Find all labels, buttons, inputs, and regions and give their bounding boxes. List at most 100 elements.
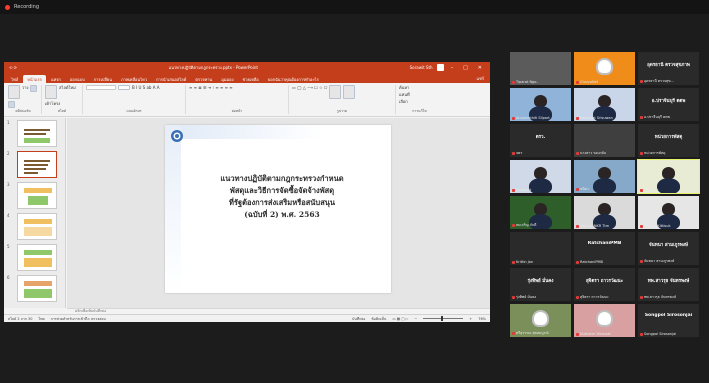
view-buttons-icon[interactable]: ▭ ▦ ▢ ▷ (392, 317, 408, 321)
slide-number: 6 (7, 275, 10, 280)
replace-button[interactable]: แทนที่ (399, 92, 410, 97)
tab-animations[interactable]: ภาพเคลื่อนไหว (117, 75, 151, 83)
slide-title-line: แนวทางปฏิบัติตามกฎกระทรวงกำหนด (220, 174, 344, 183)
muted-mic-icon (640, 79, 643, 83)
participant-tile[interactable]: รุ่งทิพย์ มั่นคง รุ่งทิพย์ มั่นคง (510, 268, 571, 301)
new-slide-label[interactable]: สไลด์ใหม่ (59, 85, 76, 90)
participant-logo-icon (596, 58, 613, 75)
accessibility-indicator[interactable]: การช่วยสำหรับการเข้าถึง: ตรวจสอบ (51, 316, 106, 322)
slide-thumbnail-6[interactable]: 6 (7, 275, 63, 305)
language-indicator[interactable]: ไทย (38, 316, 44, 322)
slide-thumbnail-4[interactable]: 4 (7, 213, 63, 243)
new-slide-icon[interactable] (45, 85, 57, 99)
slide-thumbnail-panel[interactable]: 1 2 3 4 5 6 (4, 118, 66, 308)
participant-tile[interactable]: ChaiyaNet (574, 52, 635, 85)
minimize-icon[interactable]: – (448, 65, 457, 71)
shapes-gallery-icon[interactable]: ▭ ◯ △ ⟶ ☐ ☆ ⬠ (292, 85, 327, 90)
participant-tile[interactable]: Tiparat Ngo.. (510, 52, 571, 85)
participant-tile[interactable]: Piyanart (637, 159, 700, 194)
font-size-box[interactable] (118, 85, 130, 90)
tab-review[interactable]: ตรวจทาน (191, 75, 216, 83)
notes-toggle[interactable]: บันทึกย่อ (352, 316, 365, 322)
current-slide[interactable]: แนวทางปฏิบัติตามกฎกระทรวงกำหนด พัสดุและว… (165, 125, 391, 293)
participant-tile[interactable]: สุจิตรา ถาวรวัฒนะ สุจิตรา ถาวรวัฒนะ (574, 268, 635, 301)
participant-tile[interactable]: Anusornthiti Silpart (510, 88, 571, 121)
participant-tile[interactable]: Manisa Kittisuk (638, 196, 699, 229)
participant-tile[interactable]: ตรว. จตร (510, 124, 571, 157)
arrange-icon[interactable] (329, 85, 342, 99)
participant-tile[interactable]: นางสาว รอบกลับ (574, 124, 635, 157)
tell-me-search[interactable]: บอกฉันว่าคุณต้องการทำอะไร (264, 75, 323, 83)
slide-thumb-image[interactable] (17, 275, 57, 302)
copy-icon[interactable] (8, 101, 15, 108)
participant-tile[interactable]: สมเจริญ ภักดี (510, 196, 571, 229)
ribbon-group-label: ย่อหน้า (231, 109, 243, 113)
maximize-icon[interactable]: □ (460, 65, 471, 71)
participant-tile[interactable]: จันทนา สามเกูรพงษ์ จันทนา สามเกูรพงษ์ (638, 232, 699, 265)
quick-access-toolbar[interactable]: ⟲ ⟳ (9, 65, 17, 70)
slide-thumb-image-selected[interactable] (17, 151, 57, 178)
participant-tile[interactable]: Songpol Sirosonjai Songpol Sirosonjai (638, 304, 699, 337)
slide-thumb-image[interactable] (17, 120, 57, 147)
tab-slideshow[interactable]: การนำเสนอสไลด์ (152, 75, 190, 83)
zoom-slider-thumb[interactable] (441, 316, 444, 321)
share-button[interactable]: แชร์ (471, 74, 490, 83)
slide-thumbnail-5[interactable]: 5 (7, 244, 63, 274)
tab-file[interactable]: ไฟล์ (7, 75, 22, 83)
tab-help[interactable]: ช่วยเหลือ (239, 75, 263, 83)
tab-design[interactable]: ออกแบบ (66, 75, 89, 83)
participant-tile[interactable]: RatchaniPMB RatchaniPMB (574, 232, 635, 265)
participant-name-label: ชนิดา (580, 187, 590, 191)
participant-tile[interactable]: Kanyarat Srisuwan (574, 88, 635, 121)
participant-tile[interactable]: Manida NKR Ttm (574, 196, 635, 229)
comments-toggle[interactable]: ข้อคิดเห็น (371, 316, 386, 322)
paste-icon[interactable] (8, 85, 20, 99)
participant-caption: Sureerat (512, 188, 570, 192)
paragraph-icons[interactable]: ≡ ≡ ≣ ☰ ⇥ (189, 85, 211, 90)
slide-thumb-image[interactable] (17, 182, 57, 209)
tab-home[interactable]: หน้าแรก (23, 75, 47, 83)
avatar[interactable] (436, 64, 444, 71)
participant-tile[interactable]: ศรีสุวรรณ สุขสมบูรณ์ (510, 304, 571, 337)
recording-bar: Recording (0, 0, 709, 14)
participant-tile[interactable]: Sureerat (510, 160, 571, 193)
participant-tile[interactable]: อุดรธานี ตรวจสุขภาพ อุดรธานี ตรวจสุข... (638, 52, 699, 85)
slide-thumbnail-3[interactable]: 3 (7, 182, 63, 212)
participant-tile[interactable]: Nuttakrn Wirawat (574, 304, 635, 337)
slide-thumbnail-2[interactable]: 2 (7, 151, 63, 181)
participant-caption: จันทนา สามเกูรพงษ์ (640, 258, 698, 264)
participant-caption: RatchaniPMB (576, 260, 634, 264)
tab-view[interactable]: มุมมอง (217, 75, 237, 83)
alignment-icons[interactable]: ⫶ ≡ ≡ ≡ ≡ (213, 85, 233, 90)
participant-tile[interactable]: Krittin Jan (510, 232, 571, 265)
participant-tile[interactable]: หน่วยการพัสดุ หน่วยการพัสดุ (638, 124, 699, 157)
close-icon[interactable]: ✕ (475, 65, 485, 71)
find-button[interactable]: ค้นหา (399, 85, 409, 90)
select-button[interactable]: เลือก (399, 99, 408, 104)
quick-styles-icon[interactable] (343, 85, 356, 99)
ribbon-group-editing: ค้นหา แทนที่ เลือก การแก้ไข (399, 85, 443, 114)
ribbon-tabs: ไฟล์ หน้าแรก แทรก ออกแบบ การเปลี่ยน ภาพเ… (4, 73, 490, 83)
participant-caption: จตร (512, 150, 570, 156)
tab-insert[interactable]: แทรก (47, 75, 65, 83)
ppt-user-name[interactable]: Sorawit Sth (410, 65, 433, 70)
participant-caption: Nuttakrn Wirawat (576, 332, 634, 336)
paste-label[interactable]: วาง (22, 85, 28, 90)
font-name-box[interactable] (86, 85, 116, 90)
muted-mic-icon (576, 224, 579, 228)
zoom-level[interactable]: 76% (478, 317, 486, 321)
slide-title-text[interactable]: แนวทางปฏิบัติตามกฎกระทรวงกำหนด พัสดุและว… (189, 173, 375, 221)
slide-thumb-image[interactable] (17, 213, 57, 240)
zoom-out-icon[interactable]: − (414, 317, 417, 321)
tab-transitions[interactable]: การเปลี่ยน (90, 75, 116, 83)
participant-tile[interactable]: ชนิดา (574, 160, 635, 193)
layout-label[interactable]: เค้าโครง (45, 101, 60, 106)
font-format-icons[interactable]: B I U S ab A A (132, 85, 159, 90)
slide-thumb-image[interactable] (17, 244, 57, 271)
zoom-slider[interactable] (423, 316, 464, 321)
participant-tile[interactable]: อ.ปราจีนบุรี ตตพ อ.ปราจีนบุรี ตตพ (638, 88, 699, 121)
zoom-in-icon[interactable]: + (469, 317, 472, 321)
cut-icon[interactable] (30, 85, 38, 92)
participant-tile[interactable]: ทพ.สาวรุธ จันทรพงษ์ ทพ.สาวรุธ จันทรพงษ์ (638, 268, 699, 301)
slide-thumbnail-1[interactable]: 1 (7, 120, 63, 150)
